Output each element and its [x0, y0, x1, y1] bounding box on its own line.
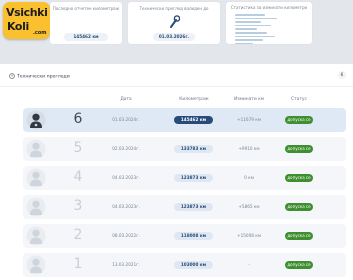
- col-date: Дата: [120, 97, 132, 102]
- row-number: 1: [73, 256, 83, 272]
- row-traveled: +15008 км: [237, 233, 261, 238]
- mechanic-avatar-icon: [26, 255, 46, 275]
- logo-line3: .com: [33, 30, 47, 36]
- row-number: 3: [73, 198, 83, 214]
- row-status-badge: допуска се: [285, 145, 313, 153]
- row-status-badge: допуска се: [285, 116, 313, 124]
- site-logo[interactable]: Vsichki Koli .com: [3, 2, 50, 39]
- mechanic-avatar-icon: [26, 139, 46, 159]
- row-date: 13.03.2021г.: [112, 262, 140, 267]
- inspections-count-badge: 6: [338, 71, 346, 79]
- row-number: 5: [73, 140, 83, 156]
- mechanic-avatar-icon: [26, 168, 46, 188]
- row-status-badge: допуска се: [285, 174, 313, 182]
- divider: [0, 86, 353, 87]
- row-traveled: 0 км: [244, 175, 254, 180]
- mechanic-avatar-icon: [26, 197, 46, 217]
- col-status: Статус: [291, 97, 307, 102]
- row-traveled: +5865 км: [238, 204, 260, 209]
- mileage-value: 145462 км: [64, 33, 108, 41]
- row-mileage: 118008 км: [174, 232, 213, 240]
- inspection-card-title: Технически преглед валиден до: [139, 6, 209, 11]
- row-date: 04.03.2023г.: [112, 175, 140, 180]
- mechanic-avatar-icon: [26, 226, 46, 246]
- inspection-valid-until: 01.03.2026г.: [153, 33, 195, 41]
- inspection-row[interactable]: 5 02.03.2024г. 133783 км +9910 км допуск…: [23, 137, 346, 161]
- logo-line2: Koli: [7, 20, 29, 33]
- summary-bar: Vsichki Koli .com Последно отчетен килом…: [0, 0, 353, 62]
- row-mileage: 103000 км: [174, 261, 213, 269]
- clock-icon: [9, 73, 15, 79]
- inspection-row[interactable]: 4 04.03.2023г. 123873 км 0 км допуска се: [23, 166, 346, 190]
- wrench-icon: [170, 15, 180, 28]
- col-traveled: Изминати км: [233, 97, 265, 102]
- row-status-badge: допуска се: [285, 261, 313, 269]
- stats-mini-bars-icon: [235, 14, 277, 46]
- row-mileage: 133783 км: [174, 145, 213, 153]
- row-number: 6: [73, 111, 83, 127]
- inspection-row[interactable]: 1 13.03.2021г. 103000 км - допуска се: [23, 253, 346, 277]
- mechanic-avatar-icon: [26, 110, 46, 130]
- row-date: 08.03.2022г.: [112, 233, 140, 238]
- inspection-row[interactable]: 6 01.03.2024г. 145462 км +11679 км допус…: [23, 108, 346, 132]
- col-mileage: Километраж: [179, 97, 209, 102]
- row-traveled: -: [248, 262, 250, 267]
- panel-header: Технически прегледи: [9, 73, 70, 80]
- row-traveled: +9910 км: [238, 146, 260, 151]
- row-mileage: 123873 км: [174, 174, 213, 182]
- panel-title: Технически прегледи: [17, 74, 70, 80]
- inspection-row[interactable]: 3 04.03.2023г. 123873 км +5865 км допуск…: [23, 195, 346, 219]
- row-date: 02.03.2024г.: [112, 146, 140, 151]
- mileage-card-title: Последно отчетен километраж: [52, 6, 120, 11]
- mileage-card: Последно отчетен километраж 145462 км: [50, 2, 122, 44]
- row-number: 4: [73, 169, 83, 185]
- inspection-card: Технически преглед валиден до 01.03.2026…: [128, 2, 220, 44]
- row-date: 04.03.2023г.: [112, 204, 140, 209]
- row-number: 2: [73, 227, 83, 243]
- logo-line1: Vsichki: [6, 6, 48, 19]
- stats-card-title: Статистика за изминати километри: [230, 5, 308, 10]
- inspection-row[interactable]: 2 08.03.2022г. 118008 км +15008 км допус…: [23, 224, 346, 248]
- row-mileage: 145462 км: [174, 116, 213, 124]
- row-status-badge: допуска се: [285, 203, 313, 211]
- inspections-panel: Технически прегледи 6 Дата Километраж Из…: [0, 64, 353, 280]
- row-traveled: +11679 км: [237, 117, 261, 122]
- row-mileage: 123873 км: [174, 203, 213, 211]
- row-status-badge: допуска се: [285, 232, 313, 240]
- row-date: 01.03.2024г.: [112, 117, 140, 122]
